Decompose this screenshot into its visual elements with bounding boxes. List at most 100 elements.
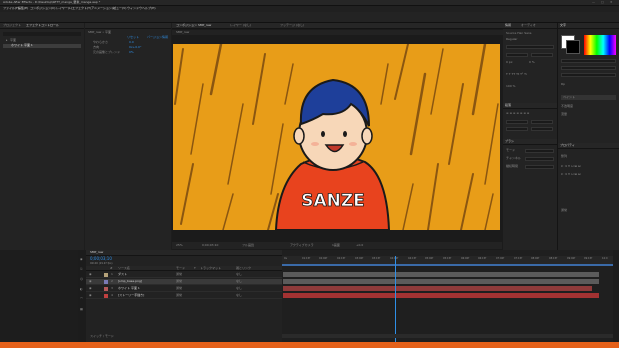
layer-duration-bar[interactable] xyxy=(283,293,599,298)
timeline-scrollbar[interactable] xyxy=(613,250,619,342)
camera-dropdown[interactable]: アクティブカメラ xyxy=(290,243,314,248)
motion-blur-icon[interactable]: ◐ xyxy=(80,287,83,292)
effect-reset-button[interactable]: リセット xyxy=(127,35,139,40)
indent-left-field[interactable] xyxy=(506,120,528,124)
layer-name[interactable]: ホワイト 平面 1 xyxy=(118,286,140,291)
visibility-eye-icon[interactable]: ◉ xyxy=(89,293,92,298)
layer-label-color[interactable] xyxy=(104,287,108,291)
menu-effect[interactable]: エフェクト(T) xyxy=(72,6,91,11)
tab-info[interactable]: 情報 xyxy=(505,23,511,28)
switches-modes-toggle[interactable]: スイッチ / モード xyxy=(90,334,114,339)
layer-row[interactable]: ◉ 1 ダスト 通常 なし xyxy=(86,272,282,278)
layer-mode-dropdown[interactable]: 通常 xyxy=(176,286,182,291)
minimize-icon[interactable]: — xyxy=(592,0,595,5)
resolution-dropdown[interactable]: フル画質 xyxy=(242,243,254,248)
menu-edit[interactable]: 編集(E) xyxy=(18,6,28,11)
viewer-breadcrumb[interactable]: SMP_raw xyxy=(176,30,189,35)
graph-editor-icon[interactable]: ⌒ xyxy=(80,297,83,302)
tab-effect-controls[interactable]: エフェクトコントロール xyxy=(26,23,59,28)
space-before-field[interactable] xyxy=(506,127,528,131)
tab-footage[interactable]: フッテージ (なし) xyxy=(280,23,304,28)
views-dropdown[interactable]: 1画面 xyxy=(332,243,340,248)
layer-duration-bar[interactable] xyxy=(283,286,592,291)
project-search[interactable] xyxy=(3,32,81,36)
zoom-dropdown[interactable]: 25% xyxy=(176,243,183,248)
zoom-value[interactable]: 100 % xyxy=(506,84,516,89)
blend-normal-label[interactable]: 通常 xyxy=(561,208,567,213)
tab-paragraph[interactable]: 段落 xyxy=(505,103,511,108)
px-value[interactable]: 0 px xyxy=(506,60,513,65)
close-icon[interactable]: ✕ xyxy=(610,0,613,5)
tab-brush[interactable]: ブラシ xyxy=(505,139,514,144)
layer-row[interactable]: ◉ 2 [smp_base.png] 通常 なし xyxy=(86,279,282,285)
tab-properties[interactable]: プロパティ xyxy=(560,143,575,148)
tab-project[interactable]: プロジェクト xyxy=(3,23,21,28)
visibility-eye-icon[interactable]: ◉ xyxy=(89,279,92,284)
menu-view[interactable]: ビュー(V) xyxy=(113,6,126,11)
tab-audio[interactable]: オーディオ xyxy=(521,23,536,28)
layer-name[interactable]: [smp_base.png] xyxy=(118,279,142,284)
stroke-color-swatch[interactable] xyxy=(566,40,580,54)
timeline-timecode[interactable]: 0;00;03;10 xyxy=(90,257,112,261)
layer-name[interactable]: [ストーリー手描き] xyxy=(118,293,144,298)
brush-duration-dropdown[interactable] xyxy=(525,165,554,169)
exposure-value[interactable]: +0.0 xyxy=(356,243,363,248)
layer-duration-bar[interactable] xyxy=(283,272,599,277)
layer-parent-dropdown[interactable]: なし xyxy=(236,279,242,284)
text-style-row[interactable]: T T TT Tt T¹ T₁ xyxy=(506,72,527,77)
brush-mode-dropdown[interactable] xyxy=(525,149,554,153)
space-after-field[interactable] xyxy=(531,127,553,131)
col-source-name[interactable]: ソース名 xyxy=(118,266,130,271)
layer-parent-dropdown[interactable]: なし xyxy=(236,293,242,298)
font-family-dropdown[interactable]: Source Han Sans xyxy=(506,31,531,36)
tab-timeline[interactable]: SMP_raw xyxy=(90,250,103,255)
work-area-bar[interactable] xyxy=(282,264,613,266)
menu-window[interactable]: ウィンドウ xyxy=(127,6,142,11)
kerning-field[interactable] xyxy=(561,66,616,70)
menu-composition[interactable]: コンポジション(C) xyxy=(30,6,55,11)
color-spectrum[interactable] xyxy=(584,35,616,55)
brush-channel-dropdown[interactable] xyxy=(525,157,554,161)
visibility-eye-icon[interactable]: ◉ xyxy=(89,286,92,291)
effect-row-value[interactable]: 0.0 xyxy=(129,40,134,45)
layer-label-color[interactable] xyxy=(104,273,108,277)
tab-composition[interactable]: コンポジション SMP_raw xyxy=(176,23,211,28)
tab-layer[interactable]: レイヤー (なし) xyxy=(230,23,251,28)
viewer-timecode[interactable]: 0;00;03;10 xyxy=(202,243,218,248)
distribute-icons[interactable]: ⊏ ⊐ ⊓ ⊔ ⊞ ⊟ xyxy=(561,172,581,177)
shy-icon[interactable]: ☺ xyxy=(80,277,83,282)
layer-label-color[interactable] xyxy=(104,294,108,298)
layer-mode-dropdown[interactable]: 通常 xyxy=(176,272,182,277)
project-item-selected[interactable]: ホワイト 平面 1 xyxy=(3,43,81,48)
project-item-solids[interactable]: 平面 xyxy=(10,38,16,43)
layer-parent-dropdown[interactable]: なし xyxy=(236,286,242,291)
effect-row-value[interactable]: 0% xyxy=(129,50,134,55)
frame-blend-icon[interactable]: ▦ xyxy=(80,307,83,312)
effect-row-value[interactable]: 0x+0.0° xyxy=(129,45,141,50)
menu-help[interactable]: ヘルプ(H) xyxy=(142,6,156,11)
font-style-dropdown[interactable]: Regular xyxy=(506,37,518,42)
layer-mode-dropdown[interactable]: 通常 xyxy=(176,279,182,284)
layer-parent-dropdown[interactable]: なし xyxy=(236,272,242,277)
percent-value[interactable]: 0 % xyxy=(529,60,535,65)
composition-canvas[interactable]: SANZE xyxy=(173,44,500,230)
layer-row[interactable]: ◉ 3 ホワイト 平面 1 通常 なし xyxy=(86,286,282,292)
leading-field[interactable] xyxy=(531,53,553,57)
layer-mode-dropdown[interactable]: 通常 xyxy=(176,293,182,298)
menu-layer[interactable]: レイヤー(L) xyxy=(56,6,72,11)
indent-right-field[interactable] xyxy=(531,120,553,124)
timeline-zoom-slider[interactable] xyxy=(282,334,613,338)
align-icons[interactable]: ⊏ ⊐ ⊓ ⊔ ⊞ ⊟ xyxy=(561,164,581,169)
playhead[interactable] xyxy=(395,256,396,342)
maximize-icon[interactable]: □ xyxy=(601,0,604,5)
layer-row[interactable]: ◉ 4 [ストーリー手描き] 通常 なし xyxy=(86,293,282,299)
font-size-field[interactable] xyxy=(561,59,616,63)
tab-character[interactable]: 文字 xyxy=(560,23,566,28)
time-ruler[interactable]: 0s01:15f02:00f02:15f03:00f03:15f04:00f04… xyxy=(282,256,613,266)
align-buttons[interactable]: ≡ ≡ ≡ ≡ ≡ ≡ ≡ xyxy=(506,111,529,116)
menu-file[interactable]: ファイル(F) xyxy=(3,6,19,11)
tracking-field[interactable] xyxy=(506,53,528,57)
layer-name[interactable]: ダスト xyxy=(118,272,127,277)
size-field[interactable] xyxy=(506,45,554,49)
layer-duration-bar[interactable] xyxy=(283,279,599,284)
